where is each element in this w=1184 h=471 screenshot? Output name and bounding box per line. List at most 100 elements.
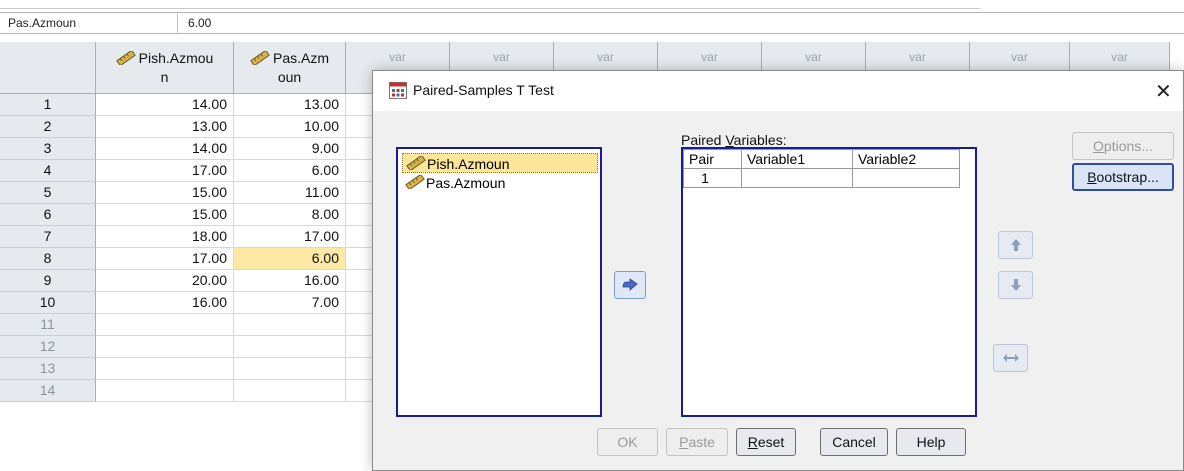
column-header-pish-azmoun[interactable]: Pish.Azmou n bbox=[96, 42, 234, 94]
source-variable-item[interactable]: Pish.Azmoun bbox=[402, 153, 598, 173]
pair-variable2-cell[interactable] bbox=[852, 168, 960, 188]
cell-variable-name: Pas.Azmoun bbox=[0, 13, 178, 33]
pair-number: 1 bbox=[683, 168, 742, 188]
data-cell[interactable]: 10.00 bbox=[234, 116, 346, 138]
data-cell[interactable]: 17.00 bbox=[96, 160, 234, 182]
move-pair-down-button[interactable] bbox=[998, 271, 1033, 299]
row-header[interactable]: 12 bbox=[0, 336, 96, 358]
grid-corner[interactable] bbox=[0, 42, 96, 94]
bootstrap-button[interactable]: Bootstrap... bbox=[1072, 163, 1174, 191]
source-variable-label: Pish.Azmoun bbox=[427, 156, 510, 172]
reset-button[interactable]: Reset bbox=[736, 428, 796, 456]
data-cell[interactable]: 18.00 bbox=[96, 226, 234, 248]
data-cell[interactable] bbox=[234, 358, 346, 380]
source-variable-item[interactable]: Pas.Azmoun bbox=[402, 173, 505, 193]
swap-variables-button[interactable] bbox=[993, 344, 1028, 372]
close-icon[interactable]: ✕ bbox=[1155, 79, 1172, 104]
data-cell[interactable]: 14.00 bbox=[96, 138, 234, 160]
help-button[interactable]: Help bbox=[896, 428, 966, 456]
data-cell[interactable] bbox=[96, 314, 234, 336]
move-pair-up-button[interactable] bbox=[998, 231, 1033, 259]
column-header-label: Pish.Azmou bbox=[138, 50, 214, 66]
row-header[interactable]: 9 bbox=[0, 270, 96, 292]
cell-value-editor[interactable]: 6.00 bbox=[188, 16, 211, 30]
arrow-down-icon bbox=[1010, 279, 1021, 291]
data-cell[interactable] bbox=[234, 336, 346, 358]
column-header-pas-azmoun[interactable]: Pas.Azm oun bbox=[234, 42, 346, 94]
scale-ruler-icon bbox=[406, 156, 426, 170]
data-cell[interactable] bbox=[234, 314, 346, 336]
move-to-paired-button[interactable] bbox=[614, 271, 646, 299]
mnemonic: B bbox=[1087, 169, 1097, 185]
arrow-up-icon bbox=[1010, 239, 1021, 251]
variable1-column-header: Variable1 bbox=[741, 149, 853, 169]
pair-row[interactable]: 1 bbox=[683, 168, 960, 188]
pair-column-header: Pair bbox=[683, 149, 742, 169]
data-cell[interactable]: 8.00 bbox=[234, 204, 346, 226]
button-label: aste bbox=[688, 434, 715, 450]
top-strip bbox=[0, 0, 1184, 10]
row-header[interactable]: 5 bbox=[0, 182, 96, 204]
data-cell[interactable]: 6.00 bbox=[234, 160, 346, 182]
data-cell[interactable]: 20.00 bbox=[96, 270, 234, 292]
label-mnemonic: V bbox=[725, 132, 734, 148]
button-label: ootstrap... bbox=[1096, 169, 1159, 185]
var-label: var bbox=[1011, 50, 1028, 64]
cancel-button[interactable]: Cancel bbox=[820, 428, 888, 456]
button-label: ptions... bbox=[1103, 138, 1153, 154]
data-cell[interactable] bbox=[96, 358, 234, 380]
arrow-right-icon bbox=[622, 278, 638, 291]
data-cell[interactable]: 16.00 bbox=[234, 270, 346, 292]
data-cell[interactable]: 14.00 bbox=[96, 94, 234, 116]
row-header[interactable]: 2 bbox=[0, 116, 96, 138]
paired-variables-label: Paired Variables: bbox=[681, 132, 787, 148]
row-header[interactable]: 7 bbox=[0, 226, 96, 248]
data-cell[interactable]: 15.00 bbox=[96, 204, 234, 226]
row-header[interactable]: 4 bbox=[0, 160, 96, 182]
row-header[interactable]: 3 bbox=[0, 138, 96, 160]
data-cell[interactable]: 6.00 bbox=[234, 248, 346, 270]
pair-variable1-cell[interactable] bbox=[741, 168, 853, 188]
label-part: Paired bbox=[681, 132, 726, 148]
mnemonic: R bbox=[747, 434, 758, 450]
dialog-title-bar[interactable]: Paired-Samples T Test ✕ bbox=[373, 71, 1183, 111]
row-header[interactable]: 13 bbox=[0, 358, 96, 380]
row-header[interactable]: 1 bbox=[0, 94, 96, 116]
column-header-label-cont: oun bbox=[277, 69, 302, 85]
data-cell[interactable]: 7.00 bbox=[234, 292, 346, 314]
paste-button[interactable]: Paste bbox=[666, 428, 728, 456]
row-header[interactable]: 8 bbox=[0, 248, 96, 270]
column-header-label-cont: n bbox=[160, 69, 169, 85]
scale-ruler-icon bbox=[250, 51, 270, 65]
data-cell[interactable]: 15.00 bbox=[96, 182, 234, 204]
variable2-column-header: Variable2 bbox=[852, 149, 960, 169]
source-variable-list[interactable]: Pish.Azmoun Pas.Azmoun bbox=[396, 147, 602, 417]
data-cell[interactable] bbox=[96, 380, 234, 402]
data-cell[interactable]: 17.00 bbox=[96, 248, 234, 270]
paired-variables-panel[interactable]: Pair Variable1 Variable2 1 bbox=[681, 147, 977, 417]
var-label: var bbox=[597, 50, 614, 64]
row-header[interactable]: 11 bbox=[0, 314, 96, 336]
mnemonic: O bbox=[1093, 138, 1104, 154]
swap-horizontal-icon bbox=[1002, 354, 1019, 362]
var-label: var bbox=[493, 50, 510, 64]
data-cell[interactable]: 16.00 bbox=[96, 292, 234, 314]
row-header[interactable]: 10 bbox=[0, 292, 96, 314]
data-cell[interactable]: 11.00 bbox=[234, 182, 346, 204]
options-button[interactable]: Options... bbox=[1072, 132, 1174, 160]
data-cell[interactable]: 13.00 bbox=[96, 116, 234, 138]
column-header-label: Pas.Azm bbox=[272, 50, 329, 66]
var-label: var bbox=[909, 50, 926, 64]
row-header[interactable]: 14 bbox=[0, 380, 96, 402]
ok-button[interactable]: OK bbox=[597, 428, 658, 456]
spss-dialog-icon bbox=[389, 82, 407, 99]
data-cell[interactable]: 17.00 bbox=[234, 226, 346, 248]
var-label: var bbox=[1111, 50, 1128, 64]
row-header[interactable]: 6 bbox=[0, 204, 96, 226]
data-cell[interactable] bbox=[234, 380, 346, 402]
var-label: var bbox=[701, 50, 718, 64]
data-cell[interactable]: 13.00 bbox=[234, 94, 346, 116]
paired-samples-t-test-dialog: Paired-Samples T Test ✕ Pish.Azmoun Pas.… bbox=[372, 70, 1184, 471]
data-cell[interactable] bbox=[96, 336, 234, 358]
data-cell[interactable]: 9.00 bbox=[234, 138, 346, 160]
